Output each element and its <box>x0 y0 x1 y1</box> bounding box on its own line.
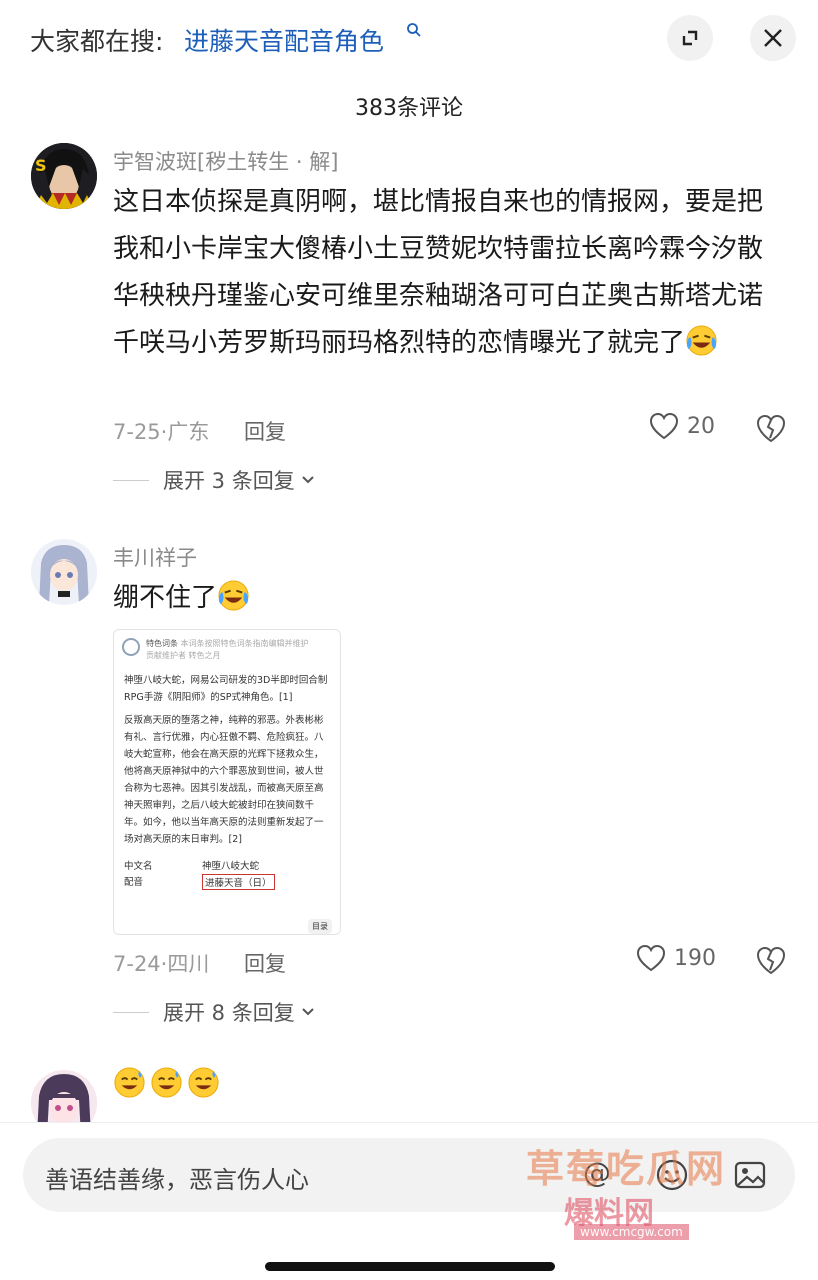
watermark-badge: 爆料网 www.cmcgw.com <box>564 1180 812 1244</box>
laughing-crying-emoji-icon <box>686 325 717 356</box>
sweat-smile-emoji-icon <box>114 1067 145 1098</box>
search-suggestion-term[interactable]: 进藤天音配音角色 <box>184 22 384 58</box>
comment-author[interactable]: 丰川祥子 <box>113 542 197 572</box>
broken-heart-icon[interactable] <box>755 412 787 444</box>
comment-location: 广东 <box>167 420 210 444</box>
image-header-text: 特色词条 本词条按照特色词条指南编辑并维护 贡献维护者 转色之月 <box>146 639 309 660</box>
chevron-down-icon <box>302 1008 314 1016</box>
comment-location: 四川 <box>167 952 210 976</box>
comment-text-content: 绷不住了 <box>113 583 218 613</box>
image-header: 特色词条 本词条按照特色词条指南编辑并维护 贡献维护者 转色之月 <box>114 630 340 666</box>
divider <box>113 1011 149 1013</box>
comment-meta: 7-25·广东 回复 <box>113 420 287 444</box>
close-icon <box>764 29 782 47</box>
expand-replies-button[interactable]: 展开 8 条回复 <box>113 997 317 1027</box>
image-body: 反叛高天原的堕落之神，纯粹的邪恶。外表彬彬有礼、言行优雅，内心狂傲不羁、危险疯狂… <box>124 715 324 845</box>
laughing-crying-emoji-icon <box>218 580 249 611</box>
comment-author[interactable]: 宇智波斑[秽土转生 · 解] <box>113 146 338 176</box>
comment-input-placeholder: 善语结善缘，恶言伤人心 <box>45 1166 309 1194</box>
image-field-row: 配音 进藤天音（日） <box>114 874 340 890</box>
comment-date: 7-25 <box>113 420 161 444</box>
reply-button[interactable]: 回复 <box>244 420 286 444</box>
toc-label: 目录 <box>308 919 332 934</box>
search-suggestion-bar: 大家都在搜: 进藤天音配音角色 <box>0 0 818 78</box>
comment-text: 这日本侦探是真阴啊，堪比情报自来也的情报网，要是把我和小卡岸宝大傻椿小土豆赞妮坎… <box>113 179 773 367</box>
comment-text <box>113 1062 773 1109</box>
search-suggestion-lead: 大家都在搜: <box>30 27 164 56</box>
feature-entry-icon <box>122 638 140 656</box>
home-indicator <box>265 1262 555 1271</box>
broken-heart-icon[interactable] <box>755 944 787 976</box>
avatar[interactable]: S <box>31 143 97 209</box>
sweat-smile-emoji-icon <box>151 1067 182 1098</box>
chevron-down-icon <box>302 476 314 484</box>
avatar[interactable] <box>31 539 97 605</box>
image-intro: 神堕八岐大蛇，网易公司研发的3D半即时回合制RPG手游《阴阳师》的SP式神角色。… <box>124 675 328 703</box>
comments-count-title: 383条评论 <box>355 96 463 121</box>
expand-replies-button[interactable]: 展开 3 条回复 <box>113 465 317 495</box>
collapse-icon <box>682 30 698 46</box>
image-field-row: 中文名 神堕八岐大蛇 <box>124 861 260 872</box>
like-button[interactable]: 190 <box>636 944 716 972</box>
like-count: 20 <box>687 413 715 439</box>
comment-meta: 7-24·四川 回复 <box>113 952 287 976</box>
comment-date: 7-24 <box>113 952 161 976</box>
svg-text:S: S <box>35 156 47 175</box>
watermark-url: www.cmcgw.com <box>574 1224 689 1240</box>
search-icon[interactable] <box>406 22 422 38</box>
sweat-smile-emoji-icon <box>188 1067 219 1098</box>
expand-replies-label: 展开 8 条回复 <box>163 1001 295 1025</box>
like-button[interactable]: 20 <box>649 412 715 440</box>
divider <box>113 479 149 481</box>
like-count: 190 <box>674 945 716 971</box>
reply-button[interactable]: 回复 <box>244 952 286 976</box>
comment-image[interactable]: 特色词条 本词条按照特色词条指南编辑并维护 贡献维护者 转色之月 神堕八岐大蛇，… <box>113 629 341 935</box>
comment-text: 绷不住了 <box>113 575 773 622</box>
heart-icon <box>636 944 666 972</box>
expand-replies-label: 展开 3 条回复 <box>163 469 295 493</box>
close-button[interactable] <box>750 15 796 61</box>
heart-icon <box>649 412 679 440</box>
comment-text-content: 这日本侦探是真阴啊，堪比情报自来也的情报网，要是把我和小卡岸宝大傻椿小土豆赞妮坎… <box>113 187 764 358</box>
collapse-button[interactable] <box>667 15 713 61</box>
